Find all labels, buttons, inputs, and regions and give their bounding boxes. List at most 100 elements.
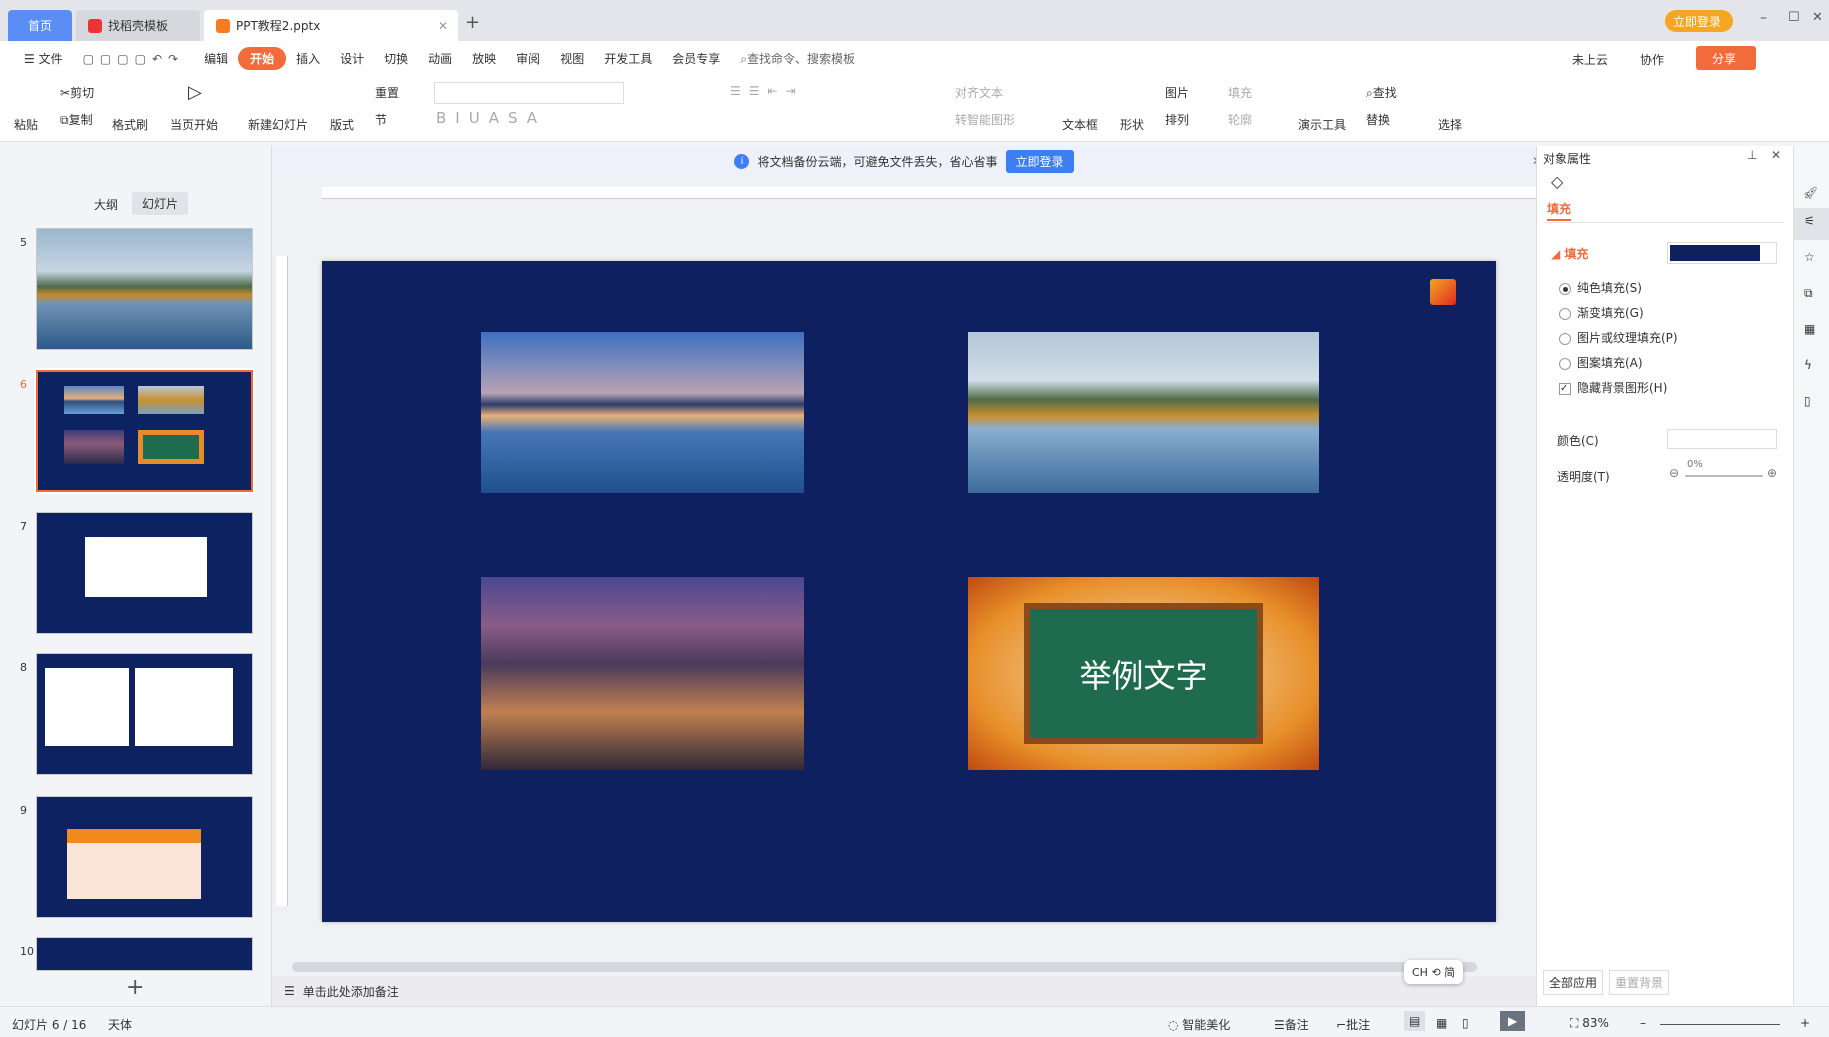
fill-section-header[interactable]: ◢ 填充 xyxy=(1551,245,1588,262)
comment-toggle[interactable]: ⌐批注 xyxy=(1336,1016,1370,1033)
apply-all-button[interactable]: 全部应用 xyxy=(1543,970,1604,995)
section-button[interactable]: 节 xyxy=(375,111,387,128)
zoom-out-button[interactable]: – xyxy=(1640,1016,1646,1030)
properties-icon[interactable]: ⚟ xyxy=(1794,208,1829,240)
select-button[interactable]: 选择 xyxy=(1438,116,1462,133)
mount-fuji-image[interactable] xyxy=(481,332,804,493)
edit-menu[interactable]: 编辑 xyxy=(194,50,238,67)
normal-view-icon[interactable]: ▤ xyxy=(1404,1011,1426,1031)
replace-button[interactable]: 替换 xyxy=(1366,111,1390,128)
transparency-slider[interactable] xyxy=(1685,475,1763,477)
bg-icon[interactable]: ▦ xyxy=(1804,322,1815,336)
fill-button[interactable]: 填充 xyxy=(1228,84,1252,101)
menu-design[interactable]: 设计 xyxy=(330,50,374,67)
gradient-fill-radio[interactable]: 渐变填充(G) xyxy=(1559,304,1644,321)
share-button[interactable]: 分享 xyxy=(1696,46,1756,70)
slide-thumbnail[interactable] xyxy=(36,653,253,775)
tab-outline[interactable]: 大纲 xyxy=(94,196,118,213)
present-tools-button[interactable]: 演示工具 xyxy=(1298,116,1346,133)
theme-name[interactable]: 天体 xyxy=(108,1016,132,1033)
autumn-lake-image[interactable] xyxy=(968,332,1319,493)
login-button[interactable]: 立即登录 xyxy=(1665,10,1733,32)
star-icon[interactable]: ☆ xyxy=(1804,250,1815,264)
transition-icon[interactable]: ⧉ xyxy=(1804,286,1813,301)
notes-toggle[interactable]: ☰备注 xyxy=(1274,1016,1309,1033)
reset-button[interactable]: 重置 xyxy=(375,84,399,101)
menu-slideshow[interactable]: 放映 xyxy=(462,50,506,67)
reading-view-icon[interactable]: ▯ xyxy=(1462,1016,1469,1030)
notice-login-button[interactable]: 立即登录 xyxy=(1005,149,1074,173)
menu-review[interactable]: 审阅 xyxy=(506,50,550,67)
city-night-image[interactable] xyxy=(481,577,804,770)
font-selector[interactable] xyxy=(434,82,624,104)
solid-fill-radio[interactable]: 纯色填充(S) xyxy=(1559,279,1642,296)
menu-transition[interactable]: 切换 xyxy=(374,50,418,67)
close-window-button[interactable]: ✕ xyxy=(1812,10,1823,25)
pin-icon[interactable]: ⊥ xyxy=(1747,148,1757,162)
cloud-status[interactable]: 未上云 xyxy=(1572,51,1608,68)
arrange-button[interactable]: 排列 xyxy=(1165,111,1189,128)
command-search[interactable]: ⌕查找命令、搜索模板 xyxy=(730,50,865,67)
font-format-buttons[interactable]: BIUASA xyxy=(436,109,546,127)
menu-start[interactable]: 开始 xyxy=(238,47,287,70)
align-text-button[interactable]: 对齐文本 xyxy=(955,84,1003,101)
play-slideshow-button[interactable]: ▶ xyxy=(1500,1011,1526,1031)
lightning-icon[interactable]: ϟ xyxy=(1804,358,1812,372)
zoom-level[interactable]: ⛶ 83% xyxy=(1570,1016,1609,1031)
slide-thumbnail[interactable] xyxy=(36,937,253,971)
minimize-button[interactable]: – xyxy=(1760,10,1767,26)
copy-button[interactable]: ⧉复制 xyxy=(60,111,93,128)
outline-button[interactable]: 轮廓 xyxy=(1228,111,1252,128)
tab-templates[interactable]: 找稻壳模板 xyxy=(76,10,200,41)
paste-button[interactable]: 粘贴 xyxy=(14,116,38,133)
slide-canvas[interactable]: 举例文字 xyxy=(322,261,1496,922)
slide-thumbnail[interactable] xyxy=(36,228,253,350)
reset-background-button[interactable]: 重置背景 xyxy=(1609,970,1670,995)
paragraph-buttons[interactable]: ☰☰⇤⇥ xyxy=(730,84,804,98)
ime-indicator[interactable]: CH ⟲ 简 xyxy=(1404,960,1464,984)
hide-background-checkbox[interactable]: ✓ 隐藏背景图形(H) xyxy=(1559,379,1667,396)
slide-thumbnail[interactable] xyxy=(36,796,253,918)
decrease-icon[interactable]: ⊖ xyxy=(1669,466,1679,480)
autumn-board-image[interactable]: 举例文字 xyxy=(968,577,1319,770)
play-from-current-button[interactable]: 当页开始 xyxy=(170,116,218,133)
smart-art-button[interactable]: 转智能图形 xyxy=(955,111,1015,128)
menu-developer[interactable]: 开发工具 xyxy=(594,50,662,67)
panel-title[interactable]: 对象属性 xyxy=(1543,150,1591,167)
close-icon[interactable]: ✕ xyxy=(438,19,448,33)
menu-animation[interactable]: 动画 xyxy=(418,50,462,67)
book-icon[interactable]: ▯ xyxy=(1804,394,1811,408)
horizontal-scrollbar[interactable] xyxy=(292,962,1477,972)
tab-home[interactable]: 首页 xyxy=(8,10,72,41)
notes-bar[interactable]: ☰ 单击此处添加备注 xyxy=(272,976,1536,1006)
fill-color-dropdown[interactable] xyxy=(1667,242,1777,264)
menu-view[interactable]: 视图 xyxy=(550,50,594,67)
smart-beautify-button[interactable]: ◌ 智能美化 xyxy=(1168,1016,1230,1033)
shape-button[interactable]: 形状 xyxy=(1120,116,1144,133)
zoom-slider[interactable] xyxy=(1660,1024,1780,1025)
cut-button[interactable]: ✂剪切 xyxy=(60,84,94,101)
tab-slides[interactable]: 幻灯片 xyxy=(132,192,189,215)
quick-access-icons[interactable]: ▢▢▢▢↶↷ xyxy=(73,52,194,66)
collab-button[interactable]: 协作 xyxy=(1640,51,1664,68)
new-slide-button[interactable]: 新建幻灯片 xyxy=(248,116,308,133)
format-painter-button[interactable]: 格式刷 xyxy=(112,116,148,133)
slide-thumbnail-selected[interactable] xyxy=(34,368,255,494)
pattern-fill-radio[interactable]: 图案填充(A) xyxy=(1559,354,1643,371)
layout-button[interactable]: 版式 xyxy=(330,116,354,133)
maximize-button[interactable]: ☐ xyxy=(1788,10,1800,25)
file-menu[interactable]: ☰ 文件 xyxy=(14,50,73,67)
find-button[interactable]: ⌕查找 xyxy=(1366,84,1397,101)
tab-fill[interactable]: 填充 xyxy=(1547,200,1572,221)
rocket-icon[interactable]: 🚀︎ xyxy=(1803,186,1818,200)
slide-thumbnail[interactable] xyxy=(36,512,253,634)
menu-member[interactable]: 会员专享 xyxy=(662,50,730,67)
new-tab-button[interactable]: + xyxy=(465,12,480,33)
zoom-in-button[interactable]: + xyxy=(1800,1016,1810,1030)
picture-button[interactable]: 图片 xyxy=(1165,84,1189,101)
close-panel-icon[interactable]: ✕ xyxy=(1771,148,1781,162)
tab-document[interactable]: PPT教程2.pptx ✕ xyxy=(204,10,458,41)
sorter-view-icon[interactable]: ▦ xyxy=(1436,1016,1447,1030)
add-slide-button[interactable]: + xyxy=(126,975,144,1000)
textbox-button[interactable]: 文本框 xyxy=(1062,116,1098,133)
